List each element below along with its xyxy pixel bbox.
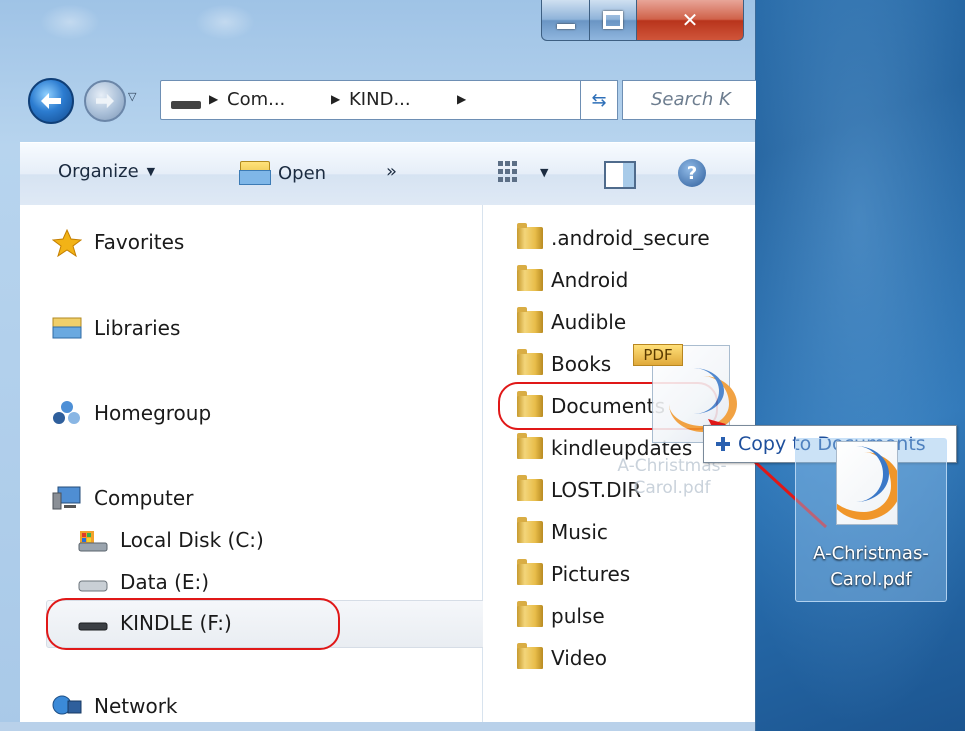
desktop-pdf-file[interactable]: A-Christmas- Carol.pdf (795, 438, 947, 602)
plus-icon (716, 437, 730, 451)
pdf-file-icon (836, 441, 898, 525)
desktop-file-label: A-Christmas- Carol.pdf (813, 543, 929, 590)
drag-arrow (708, 419, 828, 529)
